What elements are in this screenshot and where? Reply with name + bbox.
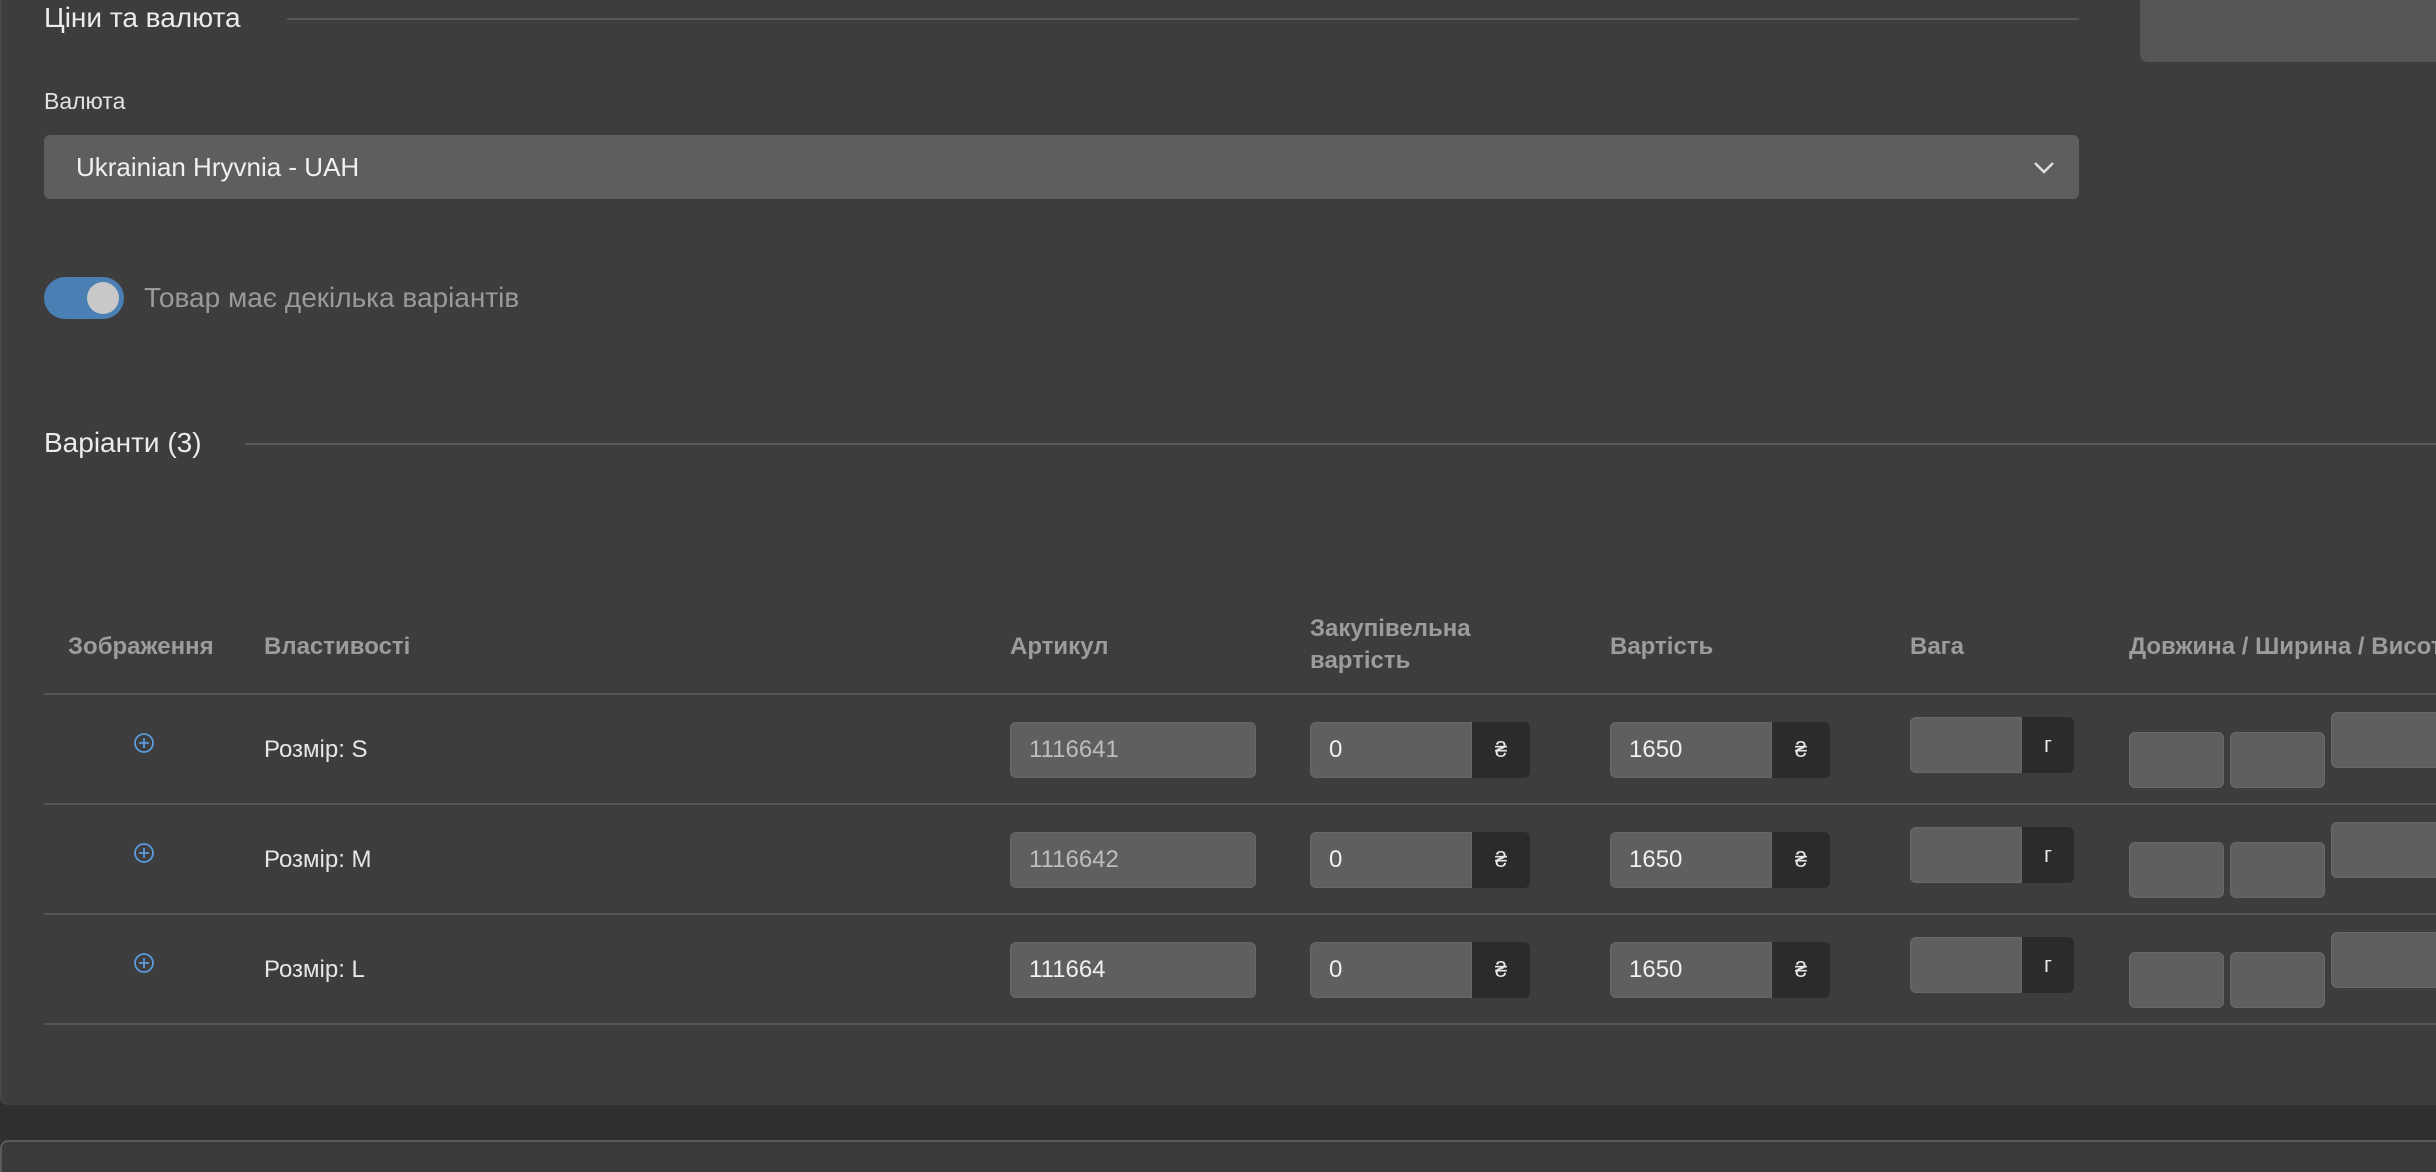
currency-addon: ₴ [1772,832,1830,888]
column-header-purchase-price: Закупівельна вартість [1310,613,1471,677]
length-input[interactable] [2129,842,2224,898]
length-input[interactable] [2129,952,2224,1008]
chevron-down-icon [2034,162,2054,174]
width-input[interactable] [2230,842,2325,898]
currency-addon: ₴ [1472,942,1530,998]
sku-input[interactable]: 111664 [1010,942,1256,998]
table-row-divider [44,803,2436,805]
column-header-properties: Властивості [264,633,411,660]
price-input[interactable]: 1650 [1610,942,1772,998]
column-header-purchase-price-line2: вартість [1310,647,1411,674]
weight-unit-addon: г [2022,827,2074,883]
product-edit-panel: Ціни та валюта Валюта Ukrainian Hryvnia … [0,0,2436,1105]
variant-property: Розмір: L [264,956,365,983]
currency-addon: ₴ [1472,722,1530,778]
currency-select-value: Ukrainian Hryvnia - UAH [76,151,360,182]
table-header-divider [44,693,2436,695]
width-input[interactable] [2230,732,2325,788]
has-variants-label: Товар має декілька варіантів [144,282,520,313]
column-header-sku: Артикул [1010,633,1109,660]
purchase-price-input[interactable]: 0 [1310,722,1472,778]
add-image-icon[interactable] [133,842,155,864]
weight-input[interactable] [1910,937,2022,993]
price-input[interactable]: 1650 [1610,722,1772,778]
weight-input[interactable] [1910,717,2022,773]
weight-unit-addon: г [2022,937,2074,993]
variant-property: Розмір: M [264,846,372,873]
height-input[interactable] [2331,822,2436,878]
column-header-price: Вартість [1610,633,1714,660]
price-input[interactable]: 1650 [1610,832,1772,888]
currency-select[interactable]: Ukrainian Hryvnia - UAH [44,135,2079,199]
weight-input[interactable] [1910,827,2022,883]
pricing-section-title: Ціни та валюта [44,2,241,33]
currency-addon: ₴ [1772,942,1830,998]
length-input[interactable] [2129,732,2224,788]
column-header-weight: Вага [1910,633,1965,660]
weight-unit-addon: г [2022,717,2074,773]
table-row-divider [44,1023,2436,1025]
purchase-price-input[interactable]: 0 [1310,832,1472,888]
sku-input[interactable]: 1116642 [1010,832,1256,888]
sku-input[interactable]: 1116641 [1010,722,1256,778]
section-divider [245,443,2436,445]
currency-label: Валюта [44,88,126,114]
variant-property: Розмір: S [264,736,368,763]
add-image-icon[interactable] [133,732,155,754]
column-header-dimensions: Довжина / Ширина / Висота [2129,633,2436,660]
purchase-price-input[interactable]: 0 [1310,942,1472,998]
currency-addon: ₴ [1472,832,1530,888]
section-divider [287,18,2079,20]
has-variants-toggle[interactable] [44,277,124,319]
height-input[interactable] [2331,932,2436,988]
add-image-icon[interactable] [133,952,155,974]
table-row-divider [44,913,2436,915]
width-input[interactable] [2230,952,2325,1008]
bottom-card [0,1140,2436,1172]
height-input[interactable] [2331,712,2436,768]
currency-addon: ₴ [1772,722,1830,778]
column-header-purchase-price-line1: Закупівельна [1310,615,1471,642]
side-card [2140,0,2436,62]
variants-section-title: Варіанти (3) [44,427,202,458]
column-header-image: Зображення [68,633,214,660]
toggle-knob [87,282,119,314]
